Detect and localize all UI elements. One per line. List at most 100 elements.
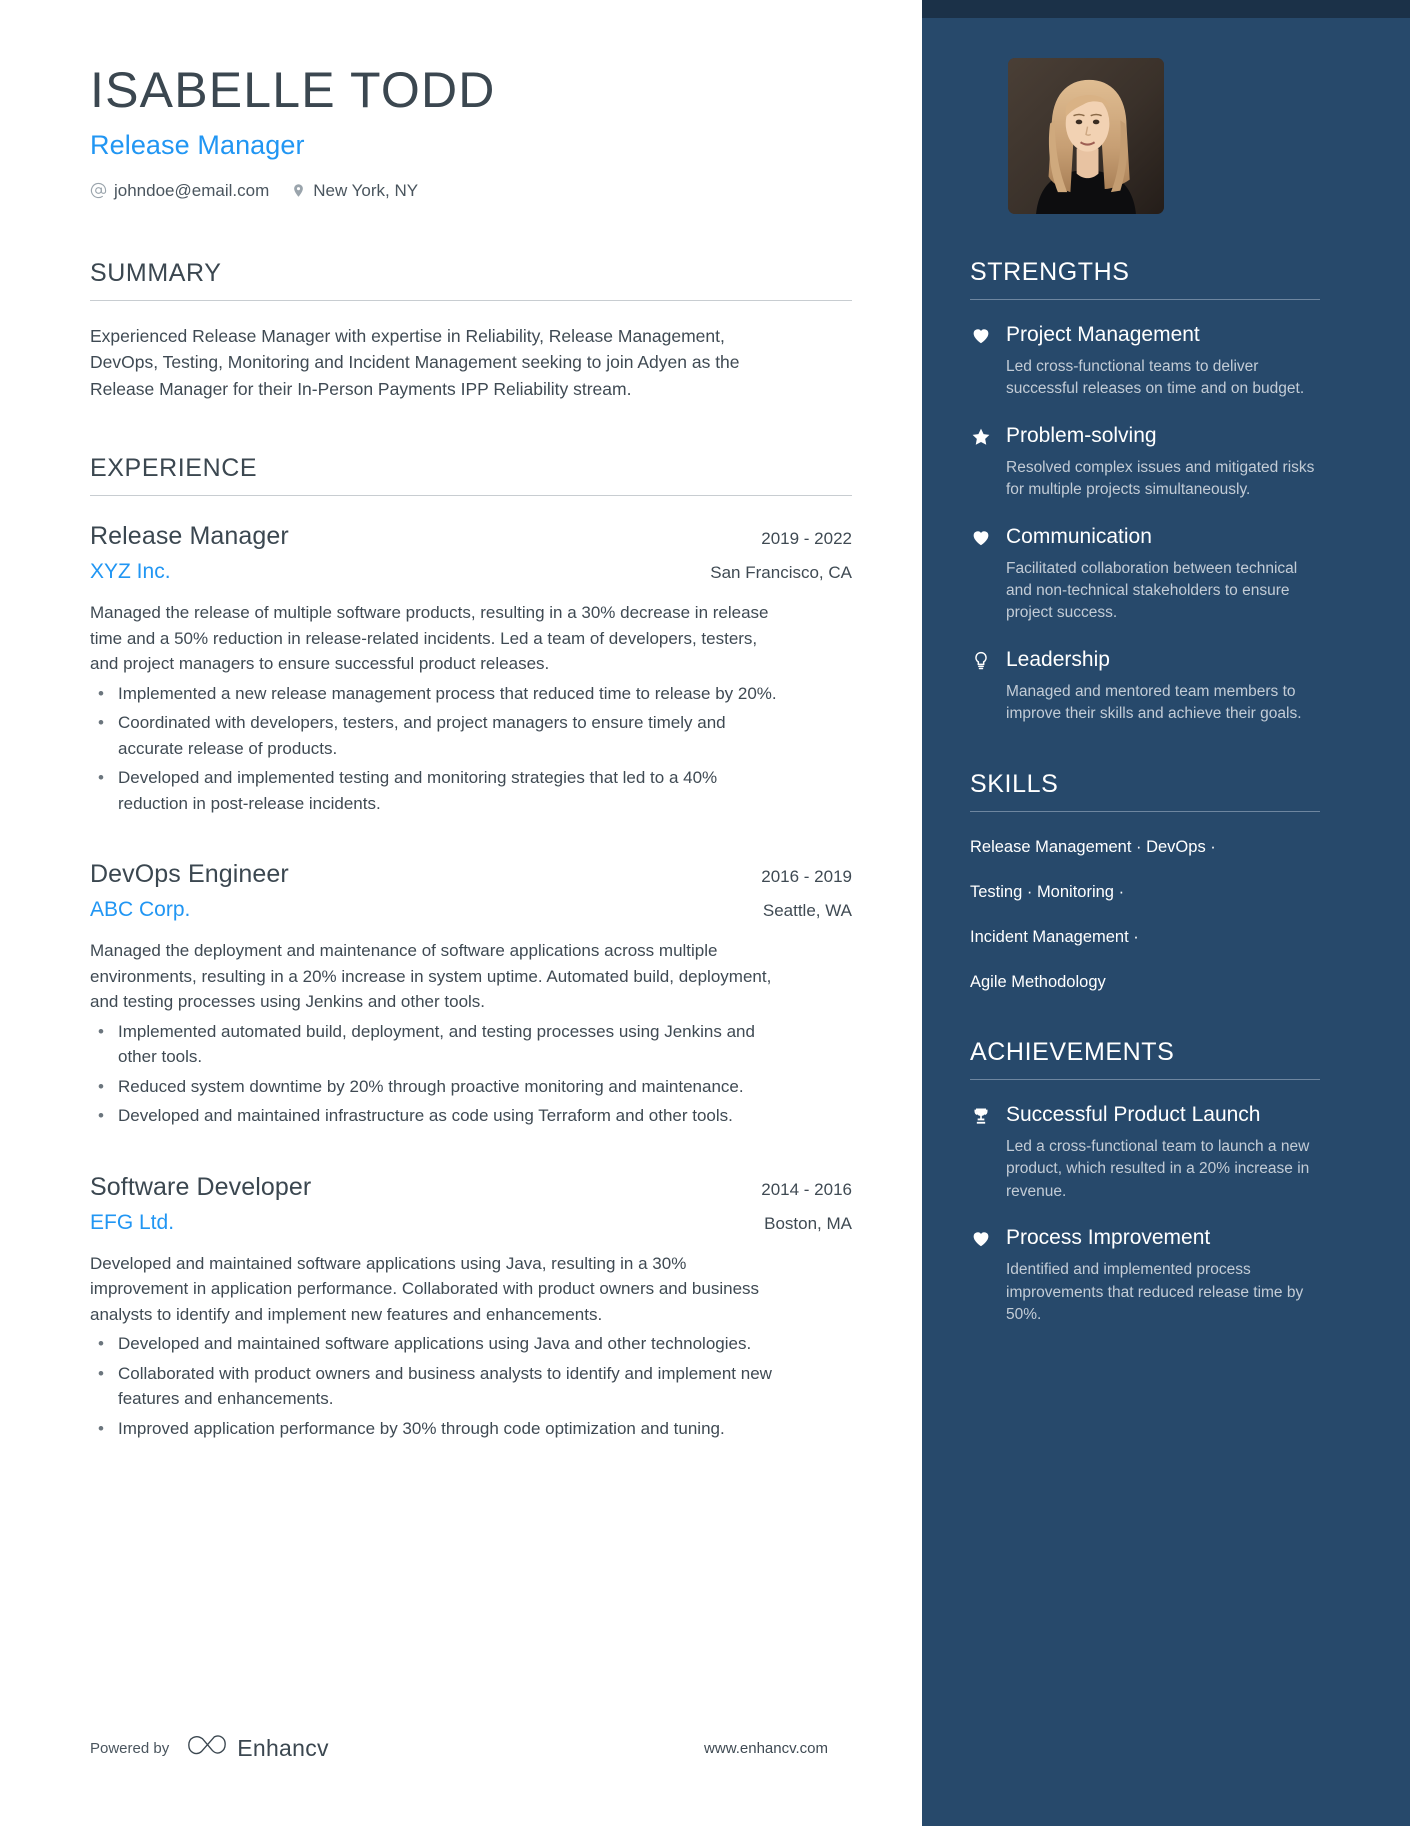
job-bullet-list: Implemented a new release management pro… [90, 681, 852, 817]
strength-item-desc: Managed and mentored team members to imp… [1006, 682, 1302, 723]
website-url[interactable]: www.enhancv.com [704, 1740, 880, 1757]
strengths-section: STRENGTHS Project Management Led cross-f… [970, 258, 1320, 726]
strength-item-header: Leadership [970, 647, 1320, 674]
achievement-item: Process Improvement Identified and imple… [970, 1225, 1320, 1326]
strength-item-name: Leadership [1006, 647, 1110, 671]
strengths-section-title: STRENGTHS [970, 258, 1130, 286]
strength-item: Project Management Led cross-functional … [970, 322, 1320, 401]
skill-line: Incident Management · [970, 927, 1139, 946]
job-company[interactable]: ABC Corp. [90, 898, 190, 922]
section-divider [90, 495, 852, 497]
job-bullet: Coordinated with developers, testers, an… [90, 710, 780, 761]
experience-item-subheader: EFG Ltd. Boston, MA [90, 1211, 852, 1235]
job-dates: 2014 - 2016 [761, 1179, 852, 1199]
experience-item: Software Developer 2014 - 2016 EFG Ltd. … [90, 1173, 852, 1442]
skill-line: Agile Methodology [970, 973, 1106, 991]
experience-item-subheader: XYZ Inc. San Francisco, CA [90, 560, 852, 584]
experience-item-header: Release Manager 2019 - 2022 [90, 522, 852, 551]
section-divider [970, 299, 1320, 300]
contact-email[interactable]: johndoe@email.com [90, 181, 269, 201]
achievement-item: Successful Product Launch Led a cross-fu… [970, 1102, 1320, 1203]
job-bullet-list: Implemented automated build, deployment,… [90, 1019, 852, 1129]
job-title: DevOps Engineer [90, 860, 289, 889]
map-pin-icon [291, 182, 306, 199]
achievement-item-name: Process Improvement [1006, 1226, 1211, 1250]
job-bullet-list: Developed and maintained software applic… [90, 1331, 852, 1441]
avatar [1008, 58, 1164, 214]
header-block: ISABELLE TODD Release Manager johndoe@em… [90, 62, 852, 201]
job-dates: 2019 - 2022 [761, 529, 852, 549]
strength-item: Leadership Managed and mentored team mem… [970, 647, 1320, 726]
candidate-role: Release Manager [90, 129, 305, 160]
heart-icon [970, 1225, 992, 1247]
achievements-section: ACHIEVEMENTS Successful Product Launch L… [970, 1038, 1320, 1327]
enhancv-brand[interactable]: Enhancv [187, 1733, 329, 1764]
strength-item-desc: Led cross-functional teams to deliver su… [1006, 357, 1305, 398]
achievement-item-desc: Led a cross-functional team to launch a … [1006, 1137, 1310, 1200]
job-description: Developed and maintained software applic… [90, 1253, 760, 1324]
strength-item-name: Project Management [1006, 323, 1200, 346]
section-divider [970, 1079, 1320, 1081]
job-title: Software Developer [90, 1172, 312, 1201]
enhancv-brand-name: Enhancv [237, 1735, 329, 1761]
achievement-item-desc: Identified and implemented process impro… [1006, 1261, 1304, 1324]
job-description: Managed the release of multiple software… [90, 603, 769, 674]
job-bullet: Improved application performance by 30% … [90, 1416, 780, 1442]
strength-item-header: Problem-solving [970, 423, 1320, 450]
section-divider [90, 299, 852, 301]
sidebar: STRENGTHS Project Management Led cross-f… [922, 0, 1410, 1826]
sidebar-content: STRENGTHS Project Management Led cross-f… [922, 0, 1410, 1327]
resume-page: ISABELLE TODD Release Manager johndoe@em… [0, 0, 1410, 1826]
photo-container [970, 0, 1320, 214]
enhancv-logo-icon [187, 1733, 227, 1764]
job-company[interactable]: EFG Ltd. [90, 1211, 174, 1235]
experience-item: DevOps Engineer 2016 - 2019 ABC Corp. Se… [90, 860, 852, 1129]
experience-section-title: EXPERIENCE [90, 454, 258, 483]
job-bullet: Implemented automated build, deployment,… [90, 1019, 780, 1070]
strength-item-header: Project Management [970, 322, 1320, 349]
trophy-icon [970, 1102, 992, 1126]
strength-item: Communication Facilitated collaboration … [970, 524, 1320, 625]
job-bullet: Developed and maintained infrastructure … [90, 1103, 780, 1129]
summary-section: SUMMARY Experienced Release Manager with… [90, 259, 852, 403]
achievement-item-header: Process Improvement [970, 1225, 1320, 1252]
achievement-item-header: Successful Product Launch [970, 1102, 1320, 1129]
strength-item-desc: Facilitated collaboration between techni… [1006, 559, 1298, 622]
summary-section-title: SUMMARY [90, 258, 222, 287]
section-divider [970, 810, 1320, 812]
job-company[interactable]: XYZ Inc. [90, 560, 171, 584]
job-bullet: Reduced system downtime by 20% through p… [90, 1074, 780, 1100]
strength-item-desc: Resolved complex issues and mitigated ri… [1006, 458, 1315, 499]
candidate-name: ISABELLE TODD [90, 62, 496, 118]
job-title: Release Manager [90, 522, 289, 551]
strength-item: Problem-solving Resolved complex issues … [970, 423, 1320, 502]
summary-text: Experienced Release Manager with experti… [90, 325, 740, 399]
powered-by-block: Powered by Enhancv [90, 1733, 329, 1764]
contact-email-text: johndoe@email.com [114, 180, 270, 200]
job-bullet: Developed and maintained software applic… [90, 1331, 780, 1357]
contact-list: johndoe@email.com New York, NY [90, 181, 852, 201]
job-location: Boston, MA [764, 1213, 852, 1233]
star-icon [970, 423, 992, 447]
job-bullet: Developed and implemented testing and mo… [90, 765, 780, 816]
job-description: Managed the deployment and maintenance o… [90, 941, 772, 1012]
job-location: Seattle, WA [762, 901, 852, 921]
experience-item-header: DevOps Engineer 2016 - 2019 [90, 860, 852, 889]
job-dates: 2016 - 2019 [761, 867, 852, 887]
heart-icon [970, 524, 992, 546]
portrait-photo-icon [1008, 58, 1164, 214]
strength-item-name: Problem-solving [1006, 423, 1157, 447]
job-location: San Francisco, CA [710, 563, 852, 583]
lightbulb-icon [970, 647, 992, 671]
skills-section-title: SKILLS [970, 769, 1059, 798]
powered-by-label: Powered by [90, 1740, 170, 1757]
skills-section: SKILLS Release Management · DevOps · Tes… [970, 770, 1320, 994]
experience-item: Release Manager 2019 - 2022 XYZ Inc. San… [90, 522, 852, 816]
achievement-item-name: Successful Product Launch [1006, 1103, 1261, 1127]
skill-line: Release Management · DevOps · [970, 837, 1216, 856]
contact-location: New York, NY [291, 181, 418, 201]
achievements-section-title: ACHIEVEMENTS [970, 1038, 1175, 1067]
at-icon [90, 182, 107, 199]
experience-item-header: Software Developer 2014 - 2016 [90, 1173, 852, 1202]
job-bullet: Implemented a new release management pro… [90, 681, 780, 707]
